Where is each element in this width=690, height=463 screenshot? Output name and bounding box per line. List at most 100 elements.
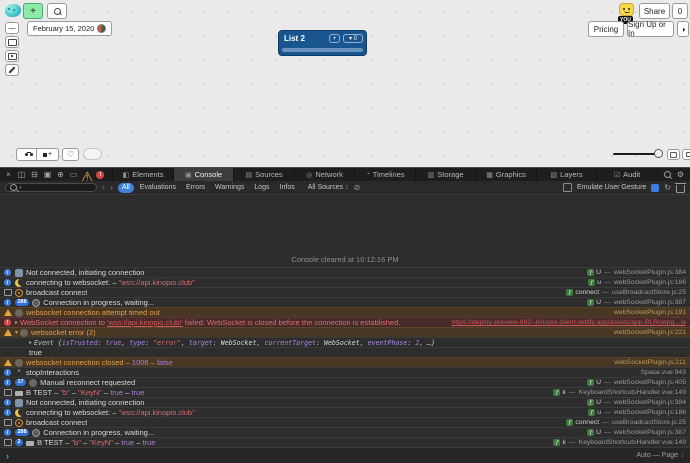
scope-pill-logs[interactable]: Logs	[250, 183, 273, 193]
heart-button[interactable]: ♡	[62, 148, 79, 161]
source-file[interactable]: webSocketPlugin.js:384	[614, 269, 686, 276]
sign-up-button[interactable]: Sign Up or In	[627, 21, 674, 37]
inspector-settings-icon[interactable]: ⚙	[677, 170, 684, 179]
source-file[interactable]: webSocketPlugin.js:186	[614, 279, 686, 286]
source-link[interactable]: https://deploy-preview-692--kinopio-clie…	[444, 319, 686, 326]
logo-button[interactable]	[5, 4, 21, 17]
close-icon[interactable]: ×	[2, 168, 15, 181]
emulate-user-gesture-checkbox[interactable]	[563, 183, 572, 192]
list-collapse-button[interactable]: ▾ 0	[343, 34, 363, 43]
source-link[interactable]: webSocketPlugin.js:211	[606, 359, 686, 366]
next-result-button[interactable]: ›	[110, 183, 113, 192]
scope-pill-evaluations[interactable]: Evaluations	[136, 183, 180, 193]
tab-elements[interactable]: ◧Elements	[112, 168, 173, 181]
source-link[interactable]: fconnect—useBroadcastStore.js:25	[558, 419, 686, 426]
source-link[interactable]: fU—webSocketPlugin.js:387	[579, 429, 686, 436]
scope-pill-infos[interactable]: Infos	[276, 183, 299, 193]
tab-sources[interactable]: ▤Sources	[233, 168, 294, 181]
row-gutter	[4, 359, 15, 366]
console-filter-input[interactable]: ▾	[5, 183, 97, 192]
list-collapsed-bar[interactable]	[282, 48, 363, 53]
box-add-button[interactable]: +	[37, 148, 59, 161]
user-avatar[interactable]	[619, 3, 634, 16]
source-file[interactable]: useBroadcastStore.js:25	[612, 289, 686, 296]
tab-graphics[interactable]: ▦Graphics	[475, 168, 536, 181]
search-button[interactable]	[47, 3, 67, 19]
date-card[interactable]: February 15, 2020	[27, 21, 112, 36]
theme-toggle-button[interactable]: ◑	[677, 21, 689, 37]
source-file[interactable]: webSocketPlugin.js:387	[614, 299, 686, 306]
zoom-slider-handle[interactable]	[654, 149, 663, 158]
tab-console[interactable]: ▣Console	[173, 168, 234, 181]
reload-icon[interactable]: ↻	[664, 183, 671, 192]
toolbar-box-button[interactable]	[5, 36, 19, 48]
source-file[interactable]: webSocketPlugin.js:221	[614, 329, 686, 336]
clear-console-icon[interactable]	[676, 185, 685, 193]
list-add-button[interactable]: +	[329, 34, 340, 43]
source-link[interactable]: fu—webSocketPlugin.js:186	[580, 279, 686, 286]
add-button[interactable]: +	[23, 3, 43, 19]
disclosure-closed-icon[interactable]: ▸	[15, 319, 18, 326]
tab-network[interactable]: ◎Network	[294, 168, 355, 181]
device-settings-icon[interactable]: ▭	[67, 168, 80, 181]
source-file[interactable]: Space.vue:943	[641, 369, 686, 376]
source-link[interactable]: webSocketPlugin.js:221	[606, 329, 686, 336]
dock-bottom-icon[interactable]: ⊟	[28, 168, 41, 181]
source-file[interactable]: webSocketPlugin.js:211	[614, 359, 686, 366]
source-file[interactable]: webSocketPlugin.js:191	[614, 309, 686, 316]
scope-pill-all[interactable]: All	[118, 183, 134, 193]
errors-badge-icon[interactable]: !	[96, 171, 104, 179]
source-link[interactable]: webSocketPlugin.js:191	[606, 309, 686, 316]
dock-side-icon[interactable]: ◫	[15, 168, 28, 181]
inspector-search-icon[interactable]	[664, 171, 671, 178]
sources-dropdown[interactable]: All Sources ↕	[308, 184, 349, 191]
scope-pill-warnings[interactable]: Warnings	[211, 183, 248, 193]
scope-icon[interactable]	[651, 184, 659, 192]
tab-timelines[interactable]: ◔Timelines	[354, 168, 415, 181]
source-link[interactable]: fU—webSocketPlugin.js:384	[579, 269, 686, 276]
console-prompt[interactable]: ›	[6, 451, 9, 461]
notifications-button[interactable]: 0	[672, 3, 688, 19]
zoom-slider[interactable]	[613, 153, 660, 155]
toolbar-minus-button[interactable]: —	[5, 22, 19, 34]
undock-icon[interactable]: ▣	[41, 168, 54, 181]
source-link[interactable]: fU—webSocketPlugin.js:384	[579, 399, 686, 406]
source-link[interactable]: fu—webSocketPlugin.js:186	[580, 409, 686, 416]
warnings-badge-icon[interactable]: ⚠	[80, 168, 94, 181]
circle-slash-icon[interactable]: ⊘	[354, 183, 361, 192]
execution-context-picker[interactable]: Auto — Page ↕	[636, 452, 684, 459]
source-file[interactable]: webSocketPlugin.js:387	[614, 429, 686, 436]
toolbar-box-alt-button[interactable]	[5, 50, 19, 62]
source-file[interactable]: useBroadcastStore.js:25	[612, 419, 686, 426]
element-picker-icon[interactable]: ⊕	[54, 168, 67, 181]
previous-result-button[interactable]: ‹	[102, 183, 105, 192]
pricing-button[interactable]: Pricing	[588, 21, 624, 37]
expand-button[interactable]	[682, 149, 690, 160]
list-card[interactable]: List 2 + ▾ 0	[278, 30, 367, 56]
console-row: iconnecting to websocket: – "wss://api.k…	[0, 277, 690, 287]
source-link[interactable]: fU—webSocketPlugin.js:405	[579, 379, 686, 386]
source-file[interactable]: https://deploy-preview-692--kinopio-clie…	[452, 319, 686, 326]
filters-button[interactable]	[16, 148, 37, 161]
source-file[interactable]: webSocketPlugin.js:405	[614, 379, 686, 386]
tab-layers[interactable]: ▧Layers	[536, 168, 597, 181]
tab-storage[interactable]: ▥Storage	[415, 168, 476, 181]
source-link[interactable]: fk—KeyboardShortcutsHandler.vue:149	[545, 389, 686, 396]
source-link[interactable]: fconnect—useBroadcastStore.js:25	[558, 289, 686, 296]
source-link[interactable]: fk—KeyboardShortcutsHandler.vue:149	[545, 439, 686, 446]
source-file[interactable]: KeyboardShortcutsHandler.vue:149	[579, 389, 686, 396]
disclosure-open-icon[interactable]: ▾	[15, 329, 18, 336]
source-file[interactable]: webSocketPlugin.js:186	[614, 409, 686, 416]
tab-audit[interactable]: ☑Audit	[596, 168, 657, 181]
source-link[interactable]: Space.vue:943	[633, 369, 686, 376]
minimap-button[interactable]	[667, 149, 680, 160]
source-link[interactable]: fU—webSocketPlugin.js:387	[579, 299, 686, 306]
disclosure-closed-icon[interactable]: ▸	[29, 339, 32, 346]
scope-pill-errors[interactable]: Errors	[182, 183, 209, 193]
source-file[interactable]: KeyboardShortcutsHandler.vue:149	[579, 439, 686, 446]
space-canvas[interactable]: + — February 15, 2020 List 2 + ▾ 0 YOU S…	[0, 0, 690, 167]
toolbar-pencil-button[interactable]	[5, 64, 19, 76]
source-file[interactable]: webSocketPlugin.js:384	[614, 399, 686, 406]
share-button[interactable]: Share	[639, 3, 670, 19]
row-gutter: !	[4, 319, 15, 326]
